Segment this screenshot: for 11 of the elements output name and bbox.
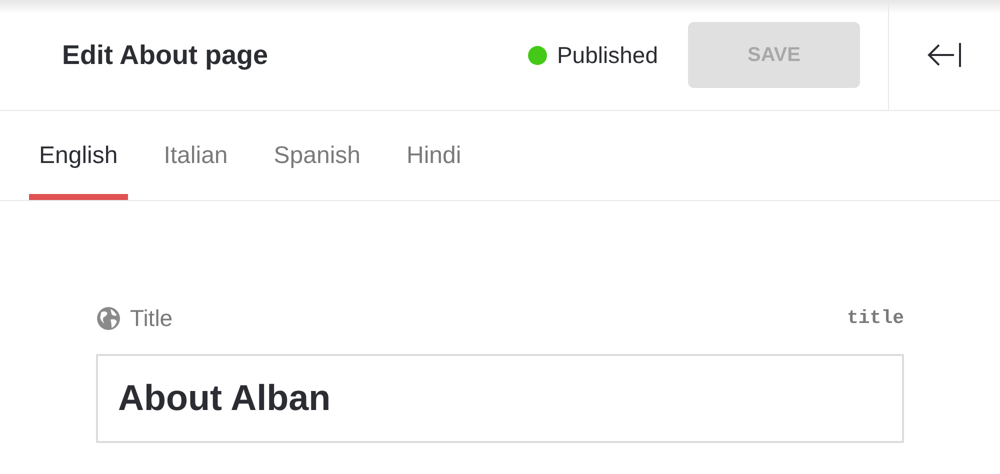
- title-input[interactable]: About Alban: [96, 354, 904, 442]
- page-title: Edit About page: [62, 38, 268, 72]
- globe-icon: [96, 306, 121, 331]
- status-label: Published: [556, 40, 658, 70]
- field-key: title: [846, 304, 904, 332]
- language-tab[interactable]: English: [29, 111, 128, 200]
- language-tab[interactable]: Hindi: [396, 111, 472, 200]
- language-tab[interactable]: Spanish: [264, 111, 370, 200]
- field-label: Title: [130, 304, 173, 333]
- collapse-icon[interactable]: [926, 42, 962, 68]
- language-tab[interactable]: Italian: [154, 111, 238, 200]
